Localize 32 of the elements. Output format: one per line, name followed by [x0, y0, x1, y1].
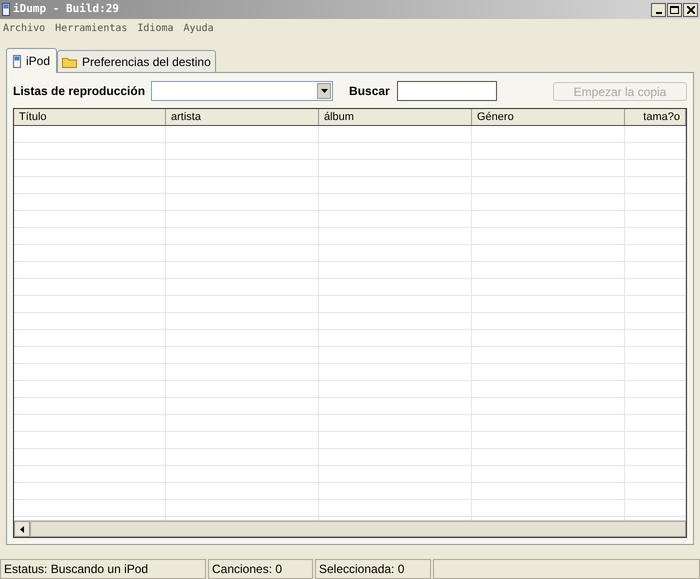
column-header[interactable]: artista: [166, 109, 319, 125]
scroll-left-button[interactable]: [14, 521, 30, 537]
field-label: Listas de reproducción: [13, 83, 146, 100]
minimize-button[interactable]: [651, 2, 666, 16]
window-title: iDump - Build:29: [13, 1, 119, 18]
folder-icon: [62, 56, 78, 68]
playlist-dropdown[interactable]: [151, 81, 334, 101]
column-header[interactable]: álbum: [319, 109, 472, 125]
column-header[interactable]: tama?o: [625, 109, 686, 125]
menu-item[interactable]: Herramientas: [55, 21, 128, 36]
ipod-icon: [13, 54, 21, 68]
tab[interactable]: iPod: [6, 48, 58, 73]
close-button[interactable]: [683, 2, 698, 16]
status-text: Canciones: 0: [208, 559, 313, 579]
menu-item[interactable]: Ayuda: [184, 21, 214, 36]
tab[interactable]: Preferencias del destino: [57, 50, 216, 72]
search-field[interactable]: [396, 81, 497, 101]
left-arrow-icon: [20, 526, 24, 532]
status-text: Seleccionada: 0: [315, 559, 431, 579]
maximize-icon: [670, 6, 679, 14]
menu-item[interactable]: Idioma: [137, 21, 174, 36]
column-header[interactable]: Género: [472, 109, 625, 125]
dropdown-arrow-icon: [320, 89, 328, 93]
status-text: Estatus: Buscando un iPod: [0, 559, 206, 579]
column-header[interactable]: Título: [14, 109, 166, 125]
maximize-button[interactable]: [667, 2, 682, 16]
minimize-icon: [656, 12, 662, 14]
menu-item[interactable]: Archivo: [3, 21, 46, 36]
scrollbar-thumb[interactable]: [30, 521, 686, 537]
field-label: Buscar: [349, 83, 390, 100]
close-icon: [686, 6, 694, 14]
ipod-icon: [2, 3, 10, 16]
